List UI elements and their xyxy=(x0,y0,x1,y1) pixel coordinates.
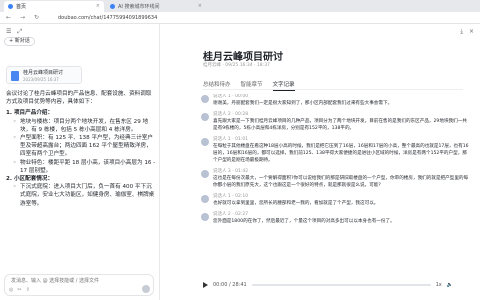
reload-icon[interactable]: ↻ xyxy=(34,14,39,21)
list-item: 下沉式庭院：进入项目大门后，负一首有 400 平下沉式庭院，安业七大功能区，如健… xyxy=(6,183,156,208)
url-field[interactable]: doubao.com/chat/14775994091899634 xyxy=(58,14,157,22)
speaker-avatar xyxy=(201,195,209,203)
transcript-segment: 说话人 1 · 02:10 也好就可以拿到里里，您所长的腰部和老一我的，看加就是… xyxy=(201,194,471,207)
segment-text: 这也是在每份次最大，一个要解得面积?你可以说给我们的那是研旧取楼盘的一个户型，你… xyxy=(213,176,469,188)
divider xyxy=(203,89,463,90)
composer-tools: ◎ ✂ ⇪ xyxy=(9,287,30,293)
document-toolbar: ⤓ × xyxy=(460,28,474,36)
close-icon[interactable]: × xyxy=(96,3,100,9)
skill-icon[interactable]: ◎ xyxy=(9,287,13,293)
chat-toolbar: ☰ ⤢ xyxy=(6,28,22,36)
close-icon[interactable]: × xyxy=(198,3,202,9)
segment-text: 谢谢美，丹丽配套我们一定是很大家知到了，那小区内部配套我们过来有些大事会需下。 xyxy=(213,101,393,106)
file-card[interactable]: 桂月云峰项目研讨 2023/09/25 16:37 xyxy=(6,66,82,84)
send-button[interactable] xyxy=(142,285,150,293)
list-item: 地块与楼栋：项目分两个地块开发，在售东区 29 地块，有 9 栋楼，包括 5 栋… xyxy=(6,118,156,134)
transcript-segment: 说话人 3 · 01:42 这也是在每份次最大，一个要解得面积?你可以说给我们的… xyxy=(201,169,471,189)
document-meta: 桂月云峰 · 09/25 16:34 · 18:37 xyxy=(203,63,270,68)
segment-text: 在每粒于其他楼盘在看这种18层小高的时候，我们是把它压到了16层，16层和17层… xyxy=(213,144,469,163)
expand-icon[interactable]: ⤢ xyxy=(17,28,22,36)
document-panel: ⤓ × 桂月云峰项目研讨 桂月云峰 · 09/25 16:34 · 18:37 … xyxy=(161,24,480,300)
player-time: 00:00 / 28:41 xyxy=(213,282,247,288)
page: ☰ ⤢ + 新对话 桂月云峰项目研讨 2023/09/25 16:37 会议讨论… xyxy=(0,24,480,300)
browser-tab-search[interactable]: AI 搜索城市环线间 × xyxy=(106,1,206,12)
scissors-icon[interactable]: ✂ xyxy=(17,287,21,293)
transcript-segment: 说话人 2 · 00:28 喜先跟大家是一下我们桂月云峰项目的几种产品，项目分为… xyxy=(201,112,471,132)
chat-panel: ☰ ⤢ + 新对话 桂月云峰项目研讨 2023/09/25 16:37 会议讨论… xyxy=(0,24,160,300)
speed-button[interactable]: 1x xyxy=(436,282,442,288)
transcript-segment: 说话人 2 · 02:27 您外面是1800的在你了，然后最近了，个量这个项目的… xyxy=(201,212,471,225)
message-composer: ◎ ✂ ⇪ xyxy=(4,274,154,296)
document-title: 桂月云峰项目研讨 xyxy=(203,52,283,63)
speaker-avatar xyxy=(201,138,209,146)
segment-text: 您外面是1800的在你了，然后最近了，个量这个项目的对高多出可以以本身也有一份了… xyxy=(213,219,395,224)
sidebar-toggle-icon[interactable]: ☰ xyxy=(6,28,11,36)
transcript-list: 说话人 1 · 00:00 谢谢美，丹丽配套我们一定是很大家知到了，那小区内部配… xyxy=(201,94,471,274)
tab-label: AI 搜索城市环线间 xyxy=(118,4,160,10)
browser-tab-bar: 首页 × AI 搜索城市环线间 × xyxy=(0,0,480,12)
progress-track[interactable] xyxy=(251,284,431,286)
play-icon[interactable] xyxy=(203,282,208,288)
address-bar: ← → ↻ doubao.com/chat/14775994091899634 xyxy=(0,12,480,24)
section-heading: 2. 小区配套情况： xyxy=(6,176,54,183)
speaker-avatar xyxy=(201,95,209,103)
download-icon[interactable]: ⤓ xyxy=(460,28,463,36)
segment-text: 也好就可以拿到里里，您所长的腰部和老一我的，看加就是了个产型，我这可以。 xyxy=(213,201,379,206)
doubao-icon xyxy=(110,4,115,9)
segment-text: 喜先跟大家是一下我们桂月云峰项目的几种产品，项目分为了两个地块开发，目前在售的是… xyxy=(213,119,467,131)
back-icon[interactable]: ← xyxy=(6,14,11,21)
section-heading: 1. 项目产品介绍： xyxy=(6,110,54,117)
list-item: 户型面积：有 125 平、138 平户型，为经典三计室户型及带超高露台；两边四面… xyxy=(6,134,156,159)
file-name: 桂月云峰项目研讨 xyxy=(23,70,64,76)
message-intro: 会议讨论了桂月云峰项目的产品信息、配套设施、资料调取方式及项目优势等内容，具体如… xyxy=(6,91,152,106)
browser-tab-home[interactable]: 首页 × xyxy=(4,1,104,12)
volume-icon[interactable]: 🔈 xyxy=(447,282,453,288)
close-icon[interactable]: × xyxy=(469,28,474,36)
doubao-icon xyxy=(8,4,13,9)
document-icon xyxy=(11,71,19,81)
audio-player: 00:00 / 28:41 1x 🔈 xyxy=(203,280,453,290)
speaker-avatar xyxy=(201,170,209,178)
assistant-message: 会议讨论了桂月云峰项目的产品信息、配套设施、资料调取方式及项目优势等内容，具体如… xyxy=(6,90,156,208)
tab-label: 首页 xyxy=(16,4,27,10)
file-date: 2023/09/25 16:37 xyxy=(23,77,59,82)
transcript-segment: 说话人 1 · 01:01 在每粒于其他楼盘在看这种18层小高的时候，我们是把它… xyxy=(201,137,471,164)
speaker-avatar xyxy=(201,213,209,221)
forward-icon[interactable]: → xyxy=(20,14,25,21)
message-input[interactable] xyxy=(9,277,149,285)
transcript-segment: 说话人 1 · 00:00 谢谢美，丹丽配套我们一定是很大家知到了，那小区内部配… xyxy=(201,94,471,107)
upload-icon[interactable]: ⇪ xyxy=(26,287,30,293)
speaker-avatar xyxy=(201,113,209,121)
new-conversation-button[interactable]: + 新对话 xyxy=(4,37,35,46)
list-item: 物业特色：楼距平距 18 层小高，该项目小高层为 16 - 17 层别墅。 xyxy=(6,159,156,175)
